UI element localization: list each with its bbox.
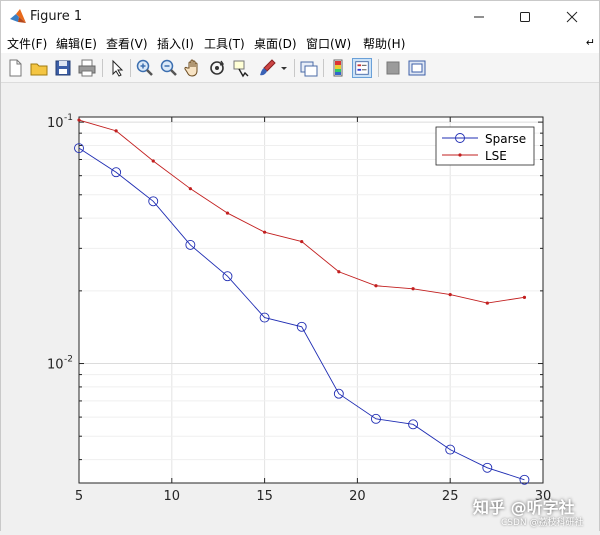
new-figure-icon[interactable]	[5, 58, 25, 78]
show-plot-tools-icon[interactable]	[407, 58, 427, 78]
figure-canvas[interactable]: 5 10 15 20 25 30 10 -1 10 -2 Sparse LSE	[1, 84, 599, 531]
y-tick-label: 10	[47, 358, 64, 373]
data-point-lse	[225, 211, 230, 215]
data-point-lse	[188, 187, 192, 191]
menu-tools[interactable]: 工具(T)	[204, 35, 245, 52]
print-icon[interactable]	[77, 58, 97, 78]
data-point-lse	[114, 129, 118, 133]
open-file-icon[interactable]	[29, 58, 49, 78]
figure-toolbar	[1, 53, 599, 83]
data-point-lse	[151, 159, 155, 163]
title-bar[interactable]: Figure 1	[1, 1, 599, 33]
watermark-subtext: CSDN @荔枝科研社	[501, 518, 584, 528]
data-point-lse	[77, 118, 81, 122]
pan-hand-icon[interactable]	[183, 58, 203, 78]
close-button[interactable]	[549, 1, 595, 33]
data-cursor-icon[interactable]	[231, 58, 251, 78]
toolbar-separator	[102, 59, 103, 77]
x-tick-label: 25	[442, 489, 459, 504]
y-tick-exponent: -2	[64, 355, 73, 365]
rotate-3d-icon[interactable]	[207, 58, 227, 78]
menu-insert[interactable]: 插入(I)	[157, 35, 194, 52]
menu-window[interactable]: 窗口(W)	[306, 35, 351, 52]
menu-desktop[interactable]: 桌面(D)	[254, 35, 297, 52]
toolbar-separator	[130, 59, 131, 77]
window-title: Figure 1	[30, 9, 83, 24]
minimize-button[interactable]	[456, 1, 502, 33]
plot-axes[interactable]: 5 10 15 20 25 3010 -110 -2SparseLSE	[1, 84, 599, 531]
matlab-logo-icon	[10, 9, 26, 23]
menu-view[interactable]: 查看(V)	[106, 35, 148, 52]
x-tick-label: 15	[256, 489, 273, 504]
colorbar-icon[interactable]	[328, 58, 348, 78]
legend-label-lse: LSE	[485, 149, 507, 163]
x-tick-label: 10	[164, 489, 181, 504]
menu-edit[interactable]: 编辑(E)	[56, 35, 97, 52]
hide-plot-tools-icon[interactable]	[383, 58, 403, 78]
menu-file[interactable]: 文件(F)	[7, 35, 47, 52]
link-plot-icon[interactable]	[299, 58, 319, 78]
data-point-lse	[485, 301, 489, 305]
close-icon	[566, 11, 578, 23]
y-tick-label: 10	[47, 116, 64, 131]
menu-help[interactable]: 帮助(H)	[363, 35, 405, 52]
maximize-button[interactable]	[502, 1, 548, 33]
data-point-lse	[411, 287, 415, 291]
toolbar-separator	[323, 59, 324, 77]
zoom-in-icon[interactable]	[135, 58, 155, 78]
save-icon[interactable]	[53, 58, 73, 78]
zoom-out-icon[interactable]	[159, 58, 179, 78]
legend-icon[interactable]	[352, 58, 372, 78]
minimize-icon	[474, 16, 484, 18]
legend-label-sparse: Sparse	[485, 132, 526, 146]
data-point-lse	[374, 284, 378, 288]
x-tick-label: 5	[75, 489, 83, 504]
data-point-lse	[300, 239, 304, 244]
toolbar-separator	[294, 59, 295, 77]
brush-dropdown-icon[interactable]	[279, 58, 289, 78]
menu-bar: 文件(F) 编辑(E) 查看(V) 插入(I) 工具(T) 桌面(D) 窗口(W…	[1, 33, 599, 53]
figure-window: Figure 1 文件(F) 编辑(E) 查看(V) 插入(I) 工具(T) 桌…	[0, 0, 600, 531]
x-tick-label: 20	[349, 489, 366, 504]
data-point-lse	[448, 292, 452, 297]
legend-marker-lse	[458, 153, 462, 157]
toolbar-separator	[378, 59, 379, 77]
menu-overflow-icon[interactable]: ↵	[586, 36, 595, 49]
data-point-lse	[263, 230, 267, 234]
data-point-lse	[337, 270, 341, 274]
maximize-icon	[520, 12, 530, 22]
data-point-lse	[522, 295, 527, 299]
brush-icon[interactable]	[257, 58, 277, 78]
pointer-icon[interactable]	[107, 58, 127, 78]
y-tick-exponent: -1	[64, 113, 73, 123]
